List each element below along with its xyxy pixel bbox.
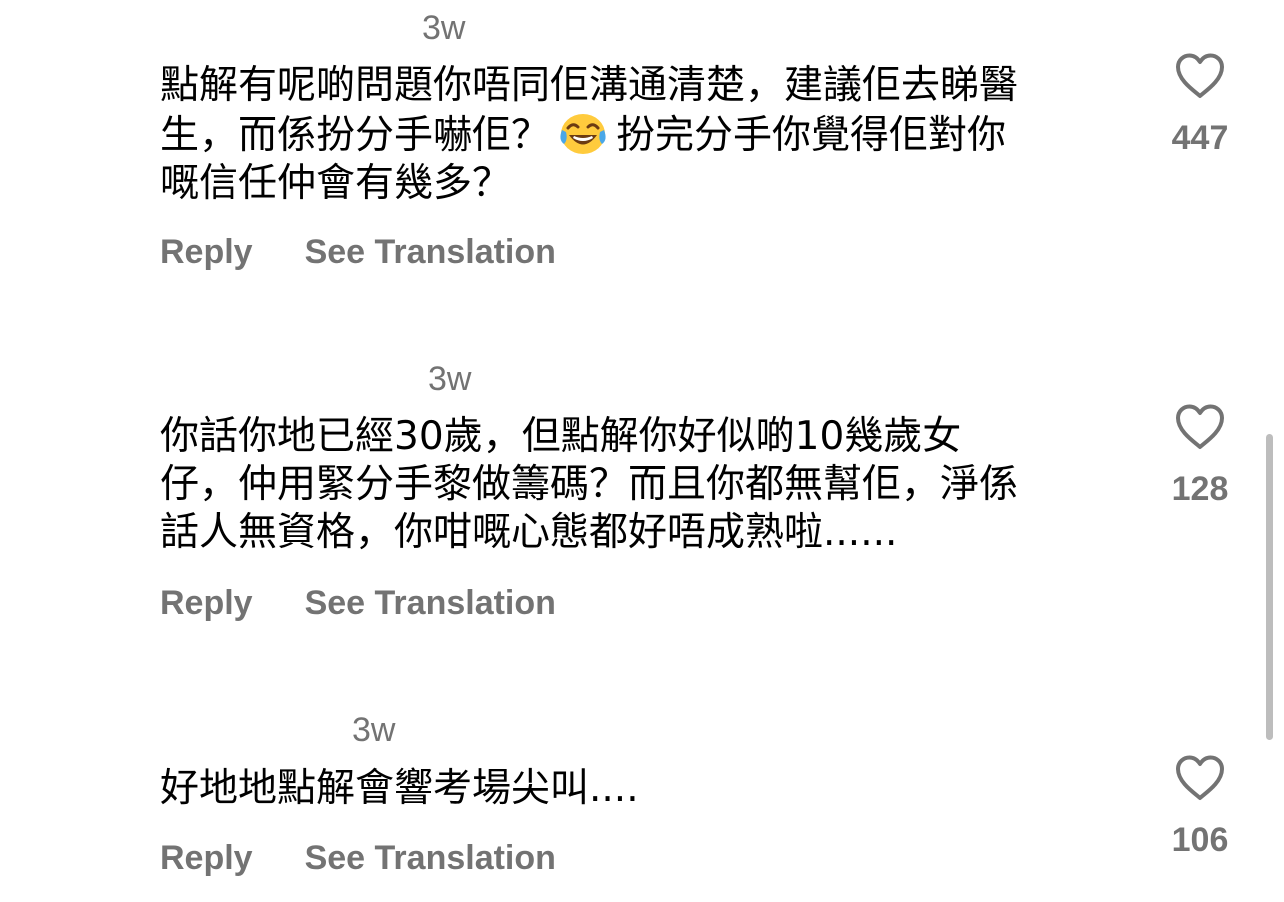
comment-text: 好地地點解會響考場尖叫....	[160, 765, 1110, 813]
comment-text-line: 好地地點解會響考場尖叫....	[160, 766, 639, 811]
heart-icon[interactable]	[1174, 403, 1226, 451]
comment-timestamp: 3w	[352, 711, 396, 749]
like-count: 106	[1171, 821, 1229, 859]
reply-button[interactable]: Reply	[160, 584, 253, 623]
comment-text-line-with-emoji: 生，而係扮分手嚇佢？ 扮完分手你覺得佢對你	[160, 110, 1110, 160]
heart-icon[interactable]	[1174, 52, 1226, 100]
comment-actions: Reply See Translation	[160, 232, 556, 272]
like-count: 447	[1171, 119, 1229, 157]
comment-text-line: 話人無資格，你咁嘅心態都好唔成熟啦......	[160, 510, 898, 555]
reply-button[interactable]: Reply	[160, 233, 253, 272]
like-count: 128	[1171, 470, 1229, 508]
reply-button[interactable]: Reply	[160, 839, 253, 878]
comment-actions: Reply See Translation	[160, 583, 556, 623]
comment-text: 你話你地已經30歲，但點解你好似啲10幾歲女 仔，仲用緊分手黎做籌碼？而且你都無…	[160, 413, 1110, 557]
comments-screen: 3w 點解有呢啲問題你唔同佢溝通清楚，建議佢去睇醫 生，而係扮分手嚇佢？ 扮完分…	[0, 0, 1284, 902]
comment-text-line: 嘅信任仲會有幾多？	[160, 161, 512, 206]
comment-actions: Reply See Translation	[160, 838, 556, 878]
scrollbar[interactable]	[1266, 434, 1273, 740]
like-control: 447	[1155, 52, 1245, 158]
see-translation-button[interactable]: See Translation	[305, 839, 556, 878]
comment-timestamp: 3w	[422, 9, 466, 47]
like-control: 128	[1155, 403, 1245, 509]
see-translation-button[interactable]: See Translation	[305, 584, 556, 623]
comment-timestamp: 3w	[428, 360, 472, 398]
comment-text-line: 你話你地已經30歲，但點解你好似啲10幾歲女	[160, 414, 962, 459]
comment-text-segment: 扮完分手你覺得佢對你	[616, 113, 1007, 158]
comment-text-line: 仔，仲用緊分手黎做籌碼？而且你都無幫佢，淨係	[160, 462, 1019, 507]
comment-text-line: 點解有呢啲問題你唔同佢溝通清楚，建議佢去睇醫	[160, 63, 1019, 108]
heart-icon[interactable]	[1174, 754, 1226, 802]
like-control: 106	[1155, 754, 1245, 860]
see-translation-button[interactable]: See Translation	[305, 233, 556, 272]
comment-text: 點解有呢啲問題你唔同佢溝通清楚，建議佢去睇醫 生，而係扮分手嚇佢？ 扮完分手你覺…	[160, 62, 1110, 208]
face-with-tears-of-joy-icon	[560, 114, 606, 154]
comment-text-segment: 生，而係扮分手嚇佢？	[160, 113, 551, 158]
